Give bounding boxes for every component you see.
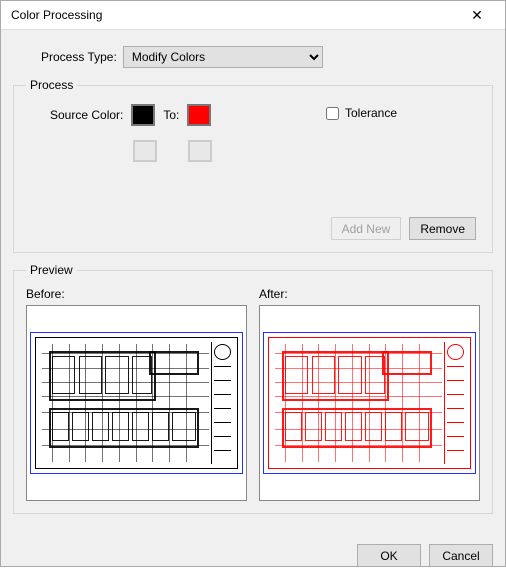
color-row: Source Color: To: bbox=[50, 104, 211, 126]
preview-legend: Preview bbox=[26, 263, 77, 277]
tolerance-row: Tolerance bbox=[326, 106, 397, 120]
dialog-footer: OK Cancel bbox=[1, 536, 505, 579]
color-processing-dialog: Color Processing ✕ Process Type: Modify … bbox=[0, 0, 506, 567]
after-preview bbox=[259, 305, 480, 501]
process-body: Source Color: To: Tolerance Add New Remo… bbox=[26, 102, 480, 240]
add-new-button[interactable]: Add New bbox=[331, 217, 402, 240]
source-color-label: Source Color: bbox=[50, 108, 123, 122]
tolerance-label: Tolerance bbox=[345, 106, 397, 120]
close-button[interactable]: ✕ bbox=[457, 1, 497, 29]
process-group: Process Source Color: To: Tolerance bbox=[13, 78, 493, 253]
before-drawing bbox=[30, 332, 243, 474]
process-legend: Process bbox=[26, 78, 77, 92]
process-buttons: Add New Remove bbox=[331, 217, 476, 240]
preview-before-col: Before: bbox=[26, 287, 247, 501]
after-label: After: bbox=[259, 287, 480, 301]
window-title: Color Processing bbox=[11, 8, 457, 22]
before-preview bbox=[26, 305, 247, 501]
target-color-swatch[interactable] bbox=[187, 104, 211, 126]
before-label: Before: bbox=[26, 287, 247, 301]
preview-body: Before: bbox=[26, 287, 480, 501]
target-color-swatch-2[interactable] bbox=[188, 140, 212, 162]
source-color-swatch-2[interactable] bbox=[133, 140, 157, 162]
close-icon: ✕ bbox=[471, 7, 483, 24]
to-label: To: bbox=[163, 108, 179, 122]
process-type-select[interactable]: Modify Colors bbox=[123, 46, 323, 68]
process-type-row: Process Type: Modify Colors bbox=[41, 46, 493, 68]
ok-button[interactable]: OK bbox=[357, 544, 421, 567]
tolerance-checkbox[interactable] bbox=[326, 107, 339, 120]
remove-button[interactable]: Remove bbox=[409, 217, 476, 240]
preview-group: Preview Before: bbox=[13, 263, 493, 514]
titlebar: Color Processing ✕ bbox=[1, 1, 505, 30]
source-color-swatch[interactable] bbox=[131, 104, 155, 126]
preview-after-col: After: bbox=[259, 287, 480, 501]
process-type-label: Process Type: bbox=[41, 50, 117, 64]
after-drawing bbox=[263, 332, 476, 474]
secondary-swatches bbox=[133, 140, 212, 162]
cancel-button[interactable]: Cancel bbox=[429, 544, 493, 567]
content-area: Process Type: Modify Colors Process Sour… bbox=[1, 30, 505, 536]
